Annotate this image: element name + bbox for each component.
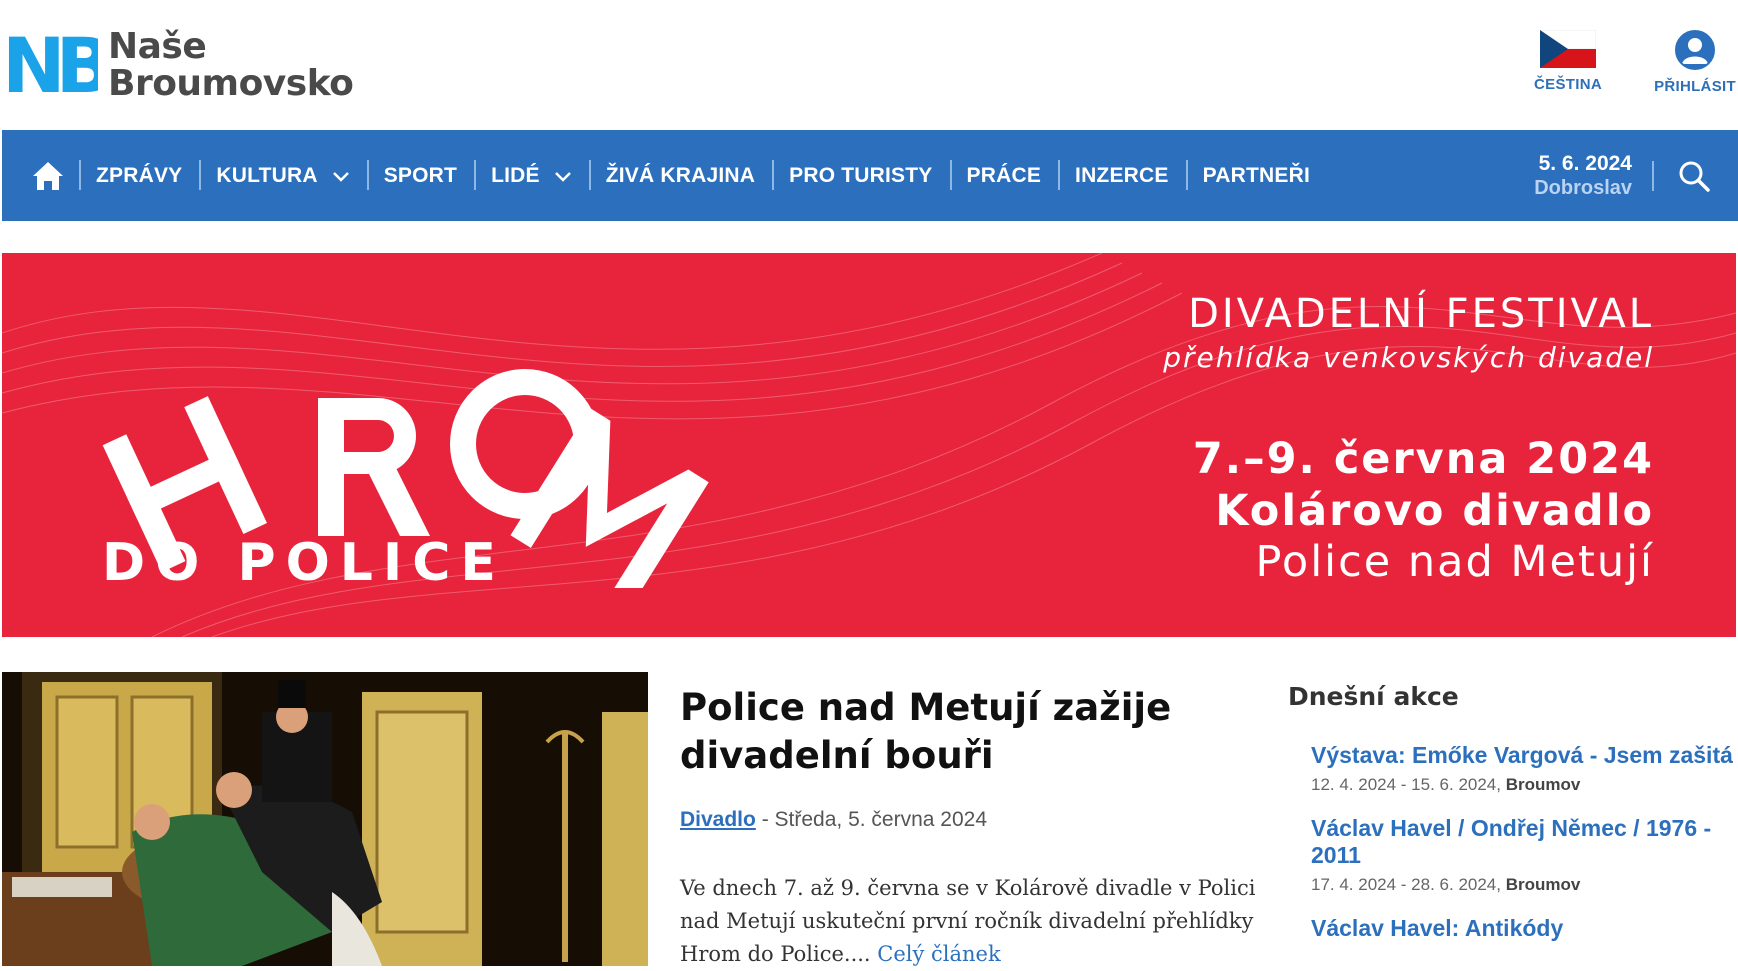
nav-item-kultura[interactable]: KULTURA (198, 130, 365, 221)
event-place: Broumov (1505, 775, 1581, 794)
article-title[interactable]: Police nad Metují zažije divadelní bouři (680, 684, 1200, 780)
main-navigation: ZPRÁVY KULTURA SPORT LIDÉ ŽIVÁ KRAJINA PRO TU… (2, 130, 1738, 221)
event-date-range: 17. 4. 2024 - 28. 6. 2024, (1311, 875, 1506, 894)
nameday: Dobroslav (1534, 176, 1632, 199)
nav-item-label: PRO TURISTY (789, 163, 933, 187)
event-date: 12. 4. 2024 - 15. 6. 2024, Broumov (1311, 775, 1738, 795)
event-item: Václav Havel / Ondřej Němec / 1976 - 201… (1311, 815, 1738, 895)
events-heading: Dnešní akce (1288, 682, 1459, 711)
nav-item-label: ZPRÁVY (96, 163, 183, 187)
article-category-link[interactable]: Divadlo (680, 808, 756, 831)
user-icon (1675, 30, 1715, 70)
nav-item-label: SPORT (383, 163, 458, 187)
site-logo[interactable]: NB Naše Broumovsko (2, 26, 354, 104)
read-more-link[interactable]: Celý článek (877, 942, 1000, 966)
events-list: Výstava: Emőke Vargová - Jsem zašitá 12. … (1311, 742, 1738, 962)
nav-item-práce[interactable]: PRÁCE (949, 130, 1058, 221)
czech-flag-icon (1540, 30, 1596, 68)
chevron-down-icon (554, 171, 571, 182)
banner-dates-venue: 7.–9. června 2024 Kolárovo divadlo (1193, 433, 1654, 537)
event-date: 17. 4. 2024 - 28. 6. 2024, Broumov (1311, 875, 1738, 895)
site-header: NB Naše Broumovsko ČEŠTINA PŘIHLÁSIT (0, 0, 1738, 130)
nav-item-label: LIDÉ (491, 163, 540, 187)
nav-item-sport[interactable]: SPORT (366, 130, 473, 221)
home-button[interactable] (18, 130, 78, 221)
event-item: Václav Havel: Antikódy (1311, 915, 1738, 942)
language-label: ČEŠTINA (1534, 76, 1602, 93)
article-excerpt-block: Ve dnech 7. až 9. června se v Kolárově d… (680, 872, 1260, 971)
banner-title: DIVADELNÍ FESTIVAL (1188, 291, 1654, 337)
current-date: 5. 6. 2024 (1538, 151, 1632, 175)
nav-item-label: PARTNEŘI (1202, 163, 1310, 187)
logo-line2: Broumovsko (108, 63, 354, 104)
nav-item-label: ŽIVÁ KRAJINA (605, 163, 756, 187)
search-icon[interactable] (1676, 158, 1712, 194)
banner-subtitle: přehlídka venkovských divadel (1163, 341, 1654, 374)
nav-divider (1652, 160, 1654, 191)
nav-item-lidé[interactable]: LIDÉ (473, 130, 588, 221)
theatre-scene-image (2, 672, 648, 966)
banner-venue: Kolárovo divadlo (1215, 486, 1654, 536)
login-label: PŘIHLÁSIT (1654, 78, 1736, 95)
svg-text:NB: NB (2, 30, 98, 100)
logo-line1: Naše (108, 26, 207, 67)
chevron-down-icon (332, 171, 349, 182)
nav-item-label: INZERCE (1075, 163, 1169, 187)
banner-place: Police nad Metují (1255, 537, 1654, 587)
event-title-link[interactable]: Výstava: Emőke Vargová - Jsem zašitá (1311, 742, 1738, 769)
nav-item-label: PRÁCE (966, 163, 1042, 187)
nav-item-inzerce[interactable]: INZERCE (1057, 130, 1185, 221)
logo-mark-icon: NB (2, 30, 98, 100)
nav-item-partneři[interactable]: PARTNEŘI (1185, 130, 1326, 221)
event-item: Výstava: Emőke Vargová - Jsem zašitá 12. … (1311, 742, 1738, 795)
logo-text: Naše Broumovsko (108, 26, 354, 104)
event-date-range: 12. 4. 2024 - 15. 6. 2024, (1311, 775, 1506, 794)
banner-dates: 7.–9. června 2024 (1192, 434, 1654, 484)
event-place: Broumov (1505, 875, 1581, 894)
login-button[interactable]: PŘIHLÁSIT (1650, 30, 1738, 95)
nav-item-zprávy[interactable]: ZPRÁVY (78, 130, 198, 221)
date-block: 5. 6. 2024 Dobroslav (1534, 152, 1632, 200)
event-title-link[interactable]: Václav Havel / Ondřej Němec / 1976 - 201… (1311, 815, 1738, 869)
nav-item-label: KULTURA (216, 163, 318, 187)
nav-item-živá-krajina[interactable]: ŽIVÁ KRAJINA (588, 130, 771, 221)
nav-right: 5. 6. 2024 Dobroslav (1534, 130, 1738, 221)
festival-banner[interactable]: DO POLICE DIVADELNÍ FESTIVAL přehlídka v… (2, 253, 1736, 637)
language-switcher[interactable]: ČEŠTINA (1528, 30, 1608, 93)
article-meta: Divadlo - Středa, 5. června 2024 (680, 808, 987, 832)
article-image[interactable] (2, 672, 648, 966)
nav-items: ZPRÁVY KULTURA SPORT LIDÉ ŽIVÁ KRAJINA PRO TU… (78, 130, 1326, 221)
article-date: - Středa, 5. června 2024 (755, 808, 987, 831)
nav-item-pro-turisty[interactable]: PRO TURISTY (771, 130, 948, 221)
event-title-link[interactable]: Václav Havel: Antikódy (1311, 915, 1738, 942)
home-icon (33, 161, 63, 190)
banner-logo-small: DO POLICE (102, 533, 506, 593)
